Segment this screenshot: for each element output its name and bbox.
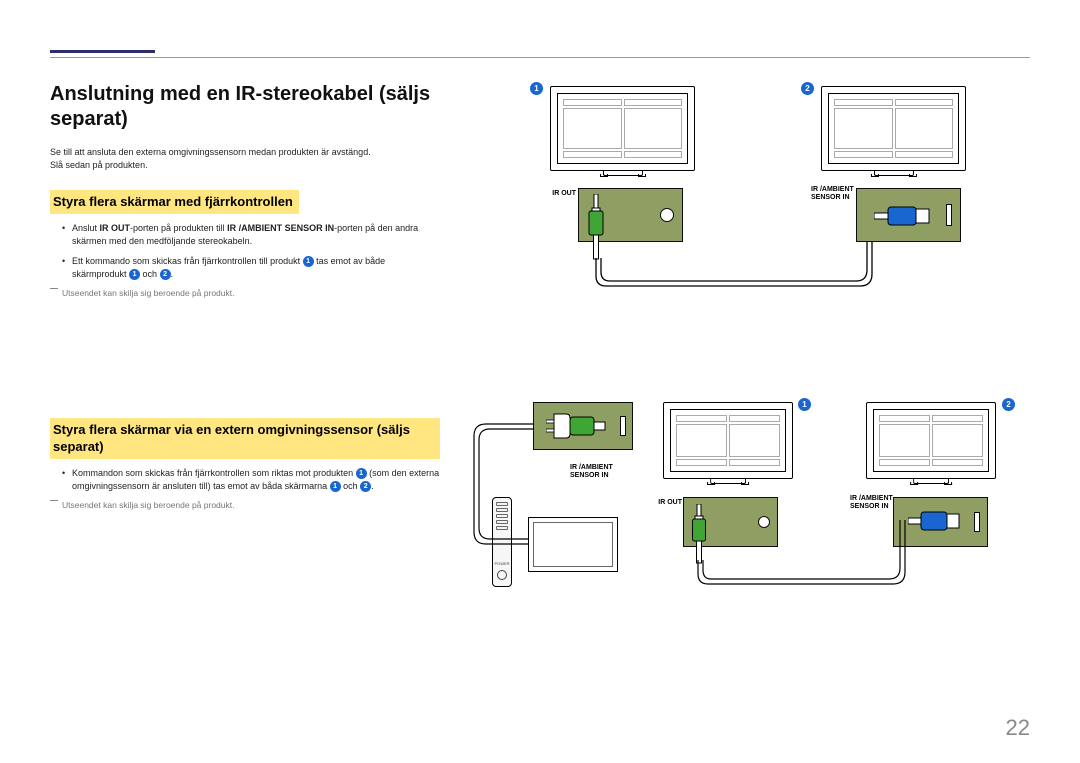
header-accent-bar (50, 50, 155, 53)
section1-bullets: Anslut IR OUT-porten på produkten till I… (50, 222, 440, 282)
cable-sensor-icon (468, 422, 536, 562)
intro-line-1: Se till att ansluta den externa omgivnin… (50, 147, 371, 157)
power-plug-green-icon (546, 412, 606, 440)
page-title: Anslutning med en IR-stereokabel (säljs … (50, 82, 440, 132)
section2-heading: Styra flera skärmar via en extern omgivn… (50, 418, 440, 459)
diagram2-badge-1: 1 (798, 398, 811, 411)
ir-out-label-2: IR OUT (650, 499, 682, 507)
badge-2-icon: 2 (160, 269, 171, 280)
ir-ambient-label-1: IR /AMBIENTSENSOR IN (811, 186, 854, 202)
header-rule (50, 57, 1030, 58)
badge-1-icon: 1 (356, 468, 367, 479)
badge-1-icon: 1 (330, 481, 341, 492)
monitor-3-icon (663, 402, 793, 479)
monitor-2-icon (821, 86, 966, 171)
bullet-1: Anslut IR OUT-porten på produkten till I… (62, 222, 440, 249)
section2-note: Utseendet kan skilja sig beroende på pro… (50, 500, 440, 510)
page-number: 22 (1006, 715, 1030, 741)
diagram2-badge-2: 2 (1002, 398, 1015, 411)
ir-out-label: IR OUT (544, 190, 576, 198)
diagram-2: 1 2 (468, 412, 1030, 642)
text-column: Anslutning med en IR-stereokabel (säljs … (50, 82, 440, 662)
monitor-4-icon (866, 402, 996, 479)
bullet-3: Kommandon som skickas från fjärrkontroll… (62, 467, 440, 494)
section1-heading: Styra flera skärmar med fjärrkontrollen (50, 190, 299, 214)
external-sensor-box-icon (528, 517, 618, 572)
bullet-2: Ett kommando som skickas från fjärrkontr… (62, 255, 440, 282)
intro-line-2: Slå sedan på produkten. (50, 160, 148, 170)
diagram-1: 1 2 IR OUT (468, 82, 1030, 292)
diagram-column: 1 2 IR OUT (468, 82, 1030, 662)
diagram-badge-1: 1 (530, 82, 543, 95)
badge-2-icon: 2 (360, 481, 371, 492)
intro-text: Se till att ansluta den externa omgivnin… (50, 146, 440, 172)
cable-2-icon (693, 520, 915, 590)
connector-blue-2-icon (908, 510, 960, 532)
section1-note: Utseendet kan skilja sig beroende på pro… (50, 288, 440, 298)
badge-1-icon: 1 (129, 269, 140, 280)
badge-1-icon: 1 (303, 256, 314, 267)
diagram-badge-2: 2 (801, 82, 814, 95)
ir-ambient-label-2: IR /AMBIENTSENSOR IN (570, 464, 613, 480)
section2-bullets: Kommandon som skickas från fjärrkontroll… (50, 467, 440, 494)
ir-ambient-label-3: IR /AMBIENTSENSOR IN (850, 495, 893, 511)
cable-1-icon (590, 242, 880, 292)
monitor-1-icon (550, 86, 695, 171)
connector-blue-icon (874, 204, 930, 228)
